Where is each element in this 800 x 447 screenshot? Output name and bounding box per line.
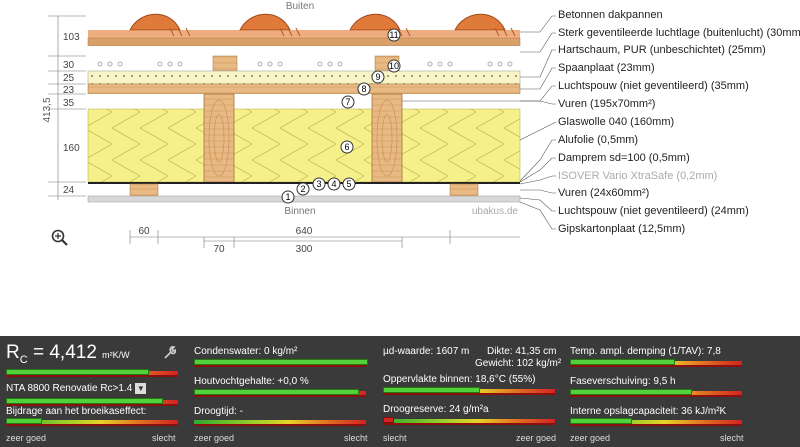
heat-capacity-bar <box>570 418 742 426</box>
label-batten[interactable]: Vuren (24x60mm²) <box>558 187 649 199</box>
marker-11: 11 <box>389 30 398 40</box>
label-concrete-tiles[interactable]: Betonnen dakpannen <box>558 9 663 21</box>
total-thickness-dim: 413,5 <box>42 97 53 122</box>
dim-batten: 24 <box>63 185 75 196</box>
scale-bad-1: slecht <box>152 433 176 443</box>
dim-300: 300 <box>296 244 313 255</box>
scale-bad-4: slecht <box>720 433 744 443</box>
label-air-gap[interactable]: Luchtspouw (niet geventileerd) (35mm) <box>558 80 749 92</box>
weight-label: Gewicht: 102 kg/m² <box>475 358 562 369</box>
dim-tile: 103 <box>63 32 80 43</box>
scale-good-3: zeer goed <box>516 433 557 443</box>
marker-10: 10 <box>389 61 399 71</box>
norm-select[interactable]: NTA 8800 Renovatie Rc>1.4 ▼ <box>6 383 147 394</box>
outside-label: Buiten <box>286 1 314 12</box>
label-particle-board[interactable]: Spaanplaat (23mm) <box>558 62 655 74</box>
condensation-label: Condenswater: 0 kg/m² <box>194 346 298 357</box>
particle-board-layer <box>87 83 521 95</box>
greenhouse-bar <box>6 418 178 426</box>
moisture-panel: Condenswater: 0 kg/m² Houtvochtgehalte: … <box>194 336 369 447</box>
wood-moisture-label: Houtvochtgehalte: +0,0 % <box>194 376 309 387</box>
condensation-bar <box>194 359 368 367</box>
scale-good-2: zeer goed <box>194 433 235 443</box>
marker-9: 9 <box>375 72 380 82</box>
label-ventilated-air[interactable]: Sterk geventileerde luchtlage (buitenluc… <box>558 27 800 39</box>
zoom-in-icon[interactable] <box>51 229 68 246</box>
label-glass-wool[interactable]: Glaswolle 040 (160mm) <box>558 116 674 128</box>
scale-good-4: zeer goed <box>570 433 611 443</box>
temp-amp-bar <box>570 359 742 367</box>
label-pur[interactable]: Hartschaum, PUR (unbeschichtet) (25mm) <box>558 44 766 56</box>
rafter-right <box>371 93 403 183</box>
scale-bad-3: slecht <box>383 433 407 443</box>
inside-label: Binnen <box>284 206 315 217</box>
label-vapor-retarder[interactable]: Damprem sd=100 (0,5mm) <box>558 152 690 164</box>
label-isover[interactable]: ISOVER Vario XtraSafe (0,2mm) <box>558 170 717 182</box>
rc-value: RC = 4,412 m²K/W <box>6 342 130 366</box>
gypsum-layer <box>87 195 521 203</box>
dim-60: 60 <box>138 226 150 237</box>
label-gypsum[interactable]: Gipskartonplaat (12,5mm) <box>558 223 685 235</box>
results-panel: RC = 4,412 m²K/W NTA 8800 Renovatie Rc>1… <box>0 336 800 447</box>
marker-4: 4 <box>331 179 336 189</box>
pur-layer <box>87 70 521 85</box>
roof-tiles <box>87 13 521 47</box>
marker-7: 7 <box>345 97 350 107</box>
dropdown-arrow-icon[interactable]: ▼ <box>135 383 147 394</box>
marker-8: 8 <box>361 84 366 94</box>
scale-bad-2: slecht <box>344 433 368 443</box>
physics-panel: µd-waarde: 1607 m Dikte: 41,35 cm Gewich… <box>383 336 562 447</box>
dim-pur: 25 <box>63 73 75 84</box>
wood-moisture-bar <box>194 389 366 397</box>
dim-board: 23 <box>63 85 75 96</box>
air-gap-layer <box>88 94 520 109</box>
scale-good-1: zeer goed <box>6 433 47 443</box>
label-aluminium-foil[interactable]: Alufolie (0,5mm) <box>558 134 638 146</box>
heat-capacity-label: Interne opslagcapaciteit: 36 kJ/m²K <box>570 406 727 417</box>
phase-shift-label: Faseverschuiving: 9,5 h <box>570 376 676 387</box>
dim-air: 30 <box>63 60 75 71</box>
surface-temp-label: Oppervlakte binnen: 18,6°C (55%) <box>383 374 536 385</box>
rafter-left <box>203 93 235 183</box>
drying-time-label: Droogtijd: - <box>194 406 243 417</box>
marker-6: 6 <box>344 142 349 152</box>
marker-5: 5 <box>346 179 351 189</box>
rc-panel: RC = 4,412 m²K/W NTA 8800 Renovatie Rc>1… <box>0 336 185 447</box>
watermark: ubakus.de <box>472 206 519 217</box>
label-air-gap-inner[interactable]: Luchtspouw (niet geventileerd) (24mm) <box>558 205 749 217</box>
dim-insul: 160 <box>63 143 80 154</box>
dim-70: 70 <box>213 244 225 255</box>
marker-1: 1 <box>285 192 290 202</box>
surface-temp-bar <box>383 387 555 395</box>
label-rafter[interactable]: Vuren (195x70mm²) <box>558 98 655 110</box>
thickness-label: Dikte: 41,35 cm <box>487 346 557 357</box>
greenhouse-label: Bijdrage aan het broeikaseffect: <box>6 406 147 417</box>
drying-reserve-bar <box>383 417 555 425</box>
dim-gap: 35 <box>63 98 75 109</box>
glass-wool-layer <box>87 108 521 183</box>
norm-bar <box>6 398 178 406</box>
temp-amp-label: Temp. ampl. demping (1/TAV): 7,8 <box>570 346 721 357</box>
sd-value-label: µd-waarde: 1607 m <box>383 346 470 357</box>
ventilated-air-layer <box>88 46 520 68</box>
rc-bar <box>6 369 178 377</box>
phase-shift-bar <box>570 389 742 397</box>
wrench-icon[interactable] <box>163 346 177 360</box>
marker-3: 3 <box>316 179 321 189</box>
drying-reserve-label: Droogreserve: 24 g/m²a <box>383 404 489 415</box>
dim-640: 640 <box>296 226 313 237</box>
summer-panel: Temp. ampl. demping (1/TAV): 7,8 Fasever… <box>570 336 745 447</box>
drying-time-bar <box>194 420 366 426</box>
marker-2: 2 <box>300 184 305 194</box>
bottom-dimension-lines <box>129 230 520 248</box>
